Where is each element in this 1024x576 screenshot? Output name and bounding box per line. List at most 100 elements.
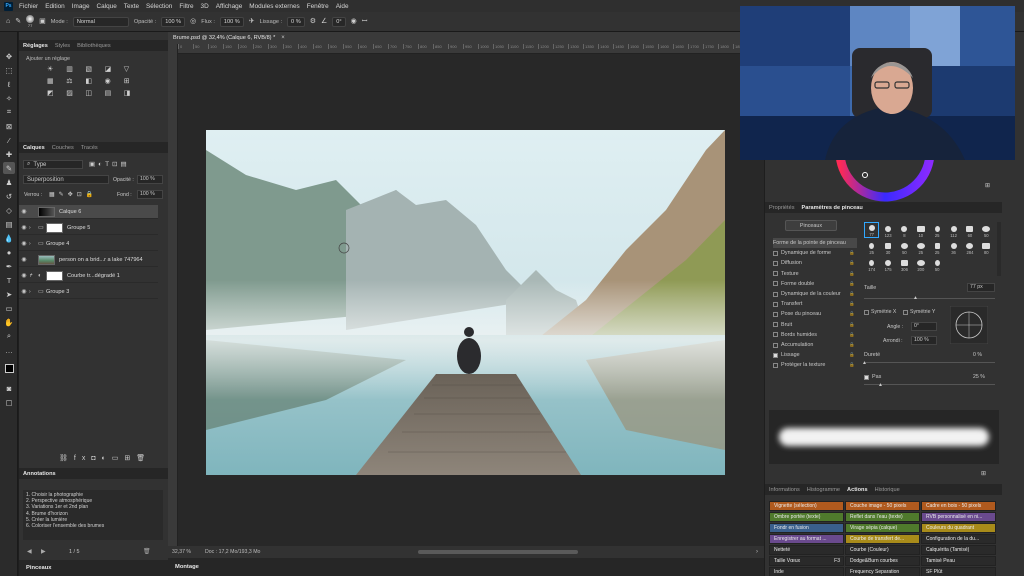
- lock-icon[interactable]: 🔒: [849, 291, 855, 297]
- invert-icon[interactable]: ◩: [47, 89, 60, 97]
- visibility-eye-icon[interactable]: ◉: [19, 208, 29, 215]
- quick-select-tool-icon[interactable]: ✧: [3, 92, 15, 104]
- layer-row[interactable]: ◉ Calque 6: [19, 205, 158, 219]
- healing-tool-icon[interactable]: ✚: [3, 148, 15, 160]
- brush-tip[interactable]: 50: [930, 256, 945, 272]
- action-item[interactable]: Taille Vœux F3: [769, 556, 844, 566]
- brush-option-checkbox[interactable]: [773, 291, 778, 297]
- lissage-field[interactable]: 0 %: [287, 16, 305, 27]
- brush-option-row[interactable]: Transfert 🔒: [773, 299, 855, 309]
- action-item[interactable]: SF Plût: [921, 567, 996, 576]
- action-item[interactable]: Cadre en bois - 50 pixels: [921, 501, 996, 511]
- dodge-tool-icon[interactable]: ●: [3, 246, 15, 258]
- brush-option-checkbox[interactable]: [773, 281, 778, 287]
- pas-value[interactable]: 25 %: [973, 374, 985, 380]
- new-brush-icon[interactable]: ⊞: [981, 470, 986, 477]
- brush-option-row[interactable]: Dynamique de la couleur 🔒: [773, 289, 855, 299]
- symmetry-icon[interactable]: ꟷ: [362, 18, 368, 25]
- selective-color-icon[interactable]: ◨: [124, 89, 137, 97]
- stamp-tool-icon[interactable]: ♟: [3, 176, 15, 188]
- curves-icon[interactable]: ▧: [85, 65, 98, 73]
- layer-row[interactable]: ◉ › ▭ Groupe 3: [19, 285, 158, 299]
- document-canvas[interactable]: [206, 130, 725, 475]
- menu-selection[interactable]: Sélection: [146, 3, 172, 10]
- screen-mode-icon[interactable]: ▢: [3, 396, 15, 408]
- tab-bibliotheques[interactable]: Bibliothèques: [77, 43, 111, 49]
- chevron-right-icon[interactable]: ›: [29, 289, 38, 295]
- action-item[interactable]: Fondr en fusion: [769, 523, 844, 533]
- hand-tool-icon[interactable]: ✋: [3, 316, 15, 328]
- brush-option-checkbox[interactable]: [773, 332, 778, 338]
- gradient-tool-icon[interactable]: ▤: [3, 218, 15, 230]
- pas-slider[interactable]: [864, 384, 995, 385]
- lock-icon[interactable]: 🔒: [849, 271, 855, 277]
- path-select-icon[interactable]: ➤: [3, 288, 15, 300]
- quick-mask-icon[interactable]: ◙: [3, 382, 15, 394]
- eraser-tool-icon[interactable]: ◇: [3, 204, 15, 216]
- tab-annotations[interactable]: Annotations: [23, 471, 56, 477]
- brush-tip[interactable]: 25: [864, 239, 879, 255]
- pas-slider-thumb[interactable]: ▲: [878, 382, 883, 388]
- zoom-level[interactable]: 32,37 %: [172, 549, 191, 555]
- brush-tip[interactable]: 284: [962, 239, 977, 255]
- pressure-size-icon[interactable]: ◉: [351, 18, 357, 25]
- action-item[interactable]: Ombre portée (texte): [769, 512, 844, 522]
- layer-row[interactable]: ◉ › ▭ Groupe 4: [19, 237, 158, 251]
- tab-calques[interactable]: Calques: [23, 145, 45, 151]
- menu-texte[interactable]: Texte: [124, 3, 139, 10]
- layer-name[interactable]: Groupe 5: [67, 225, 90, 231]
- menu-fichier[interactable]: Fichier: [19, 3, 38, 10]
- airbrush-icon[interactable]: ✈: [249, 18, 255, 25]
- marquee-tool-icon[interactable]: ⬚: [3, 64, 15, 76]
- doc-info[interactable]: Doc : 17,2 Mo/193,3 Mo: [205, 549, 260, 555]
- brush-tip[interactable]: 306: [897, 256, 912, 272]
- chevron-right-icon[interactable]: ›: [29, 241, 38, 247]
- lock-icon[interactable]: 🔒: [849, 332, 855, 338]
- brush-option-row[interactable]: Forme de la pointe de pinceau: [773, 238, 857, 248]
- lock-icon[interactable]: 🔒: [849, 362, 855, 368]
- levels-icon[interactable]: ▥: [66, 65, 79, 73]
- action-item[interactable]: Reflet dans l'eau (texte): [845, 512, 920, 522]
- pressure-opacity-icon[interactable]: ◎: [190, 18, 196, 25]
- lock-icon[interactable]: 🔒: [849, 250, 855, 256]
- brush-option-checkbox[interactable]: [773, 311, 778, 317]
- layer-row[interactable]: ◉ › ▭ Groupe 5: [19, 221, 158, 235]
- layer-name[interactable]: Groupe 4: [46, 241, 69, 247]
- layer-name[interactable]: person on a brid...r a lake 747964: [59, 257, 143, 263]
- durete-value[interactable]: 0 %: [973, 352, 982, 358]
- lock-icon[interactable]: 🔒: [849, 260, 855, 266]
- color-balance-icon[interactable]: ⚖: [66, 77, 79, 85]
- brush-option-checkbox[interactable]: [773, 362, 778, 368]
- brush-option-row[interactable]: Lissage 🔒: [773, 350, 855, 360]
- menu-filtre[interactable]: Filtre: [179, 3, 193, 10]
- crop-tool-icon[interactable]: ⌗: [3, 106, 15, 118]
- color-options-icon[interactable]: ⊞: [985, 182, 990, 189]
- visibility-eye-icon[interactable]: ◉: [19, 288, 29, 295]
- durete-slider[interactable]: [864, 362, 995, 363]
- tab-parametres-pinceau[interactable]: Paramètres de pinceau: [802, 205, 863, 211]
- angle-field[interactable]: 0°: [911, 322, 937, 331]
- layer-name[interactable]: Groupe 3: [46, 289, 69, 295]
- posterize-icon[interactable]: ▨: [66, 89, 79, 97]
- brush-grid-scrollbar[interactable]: [997, 222, 1001, 276]
- lock-icon[interactable]: 🔒: [849, 301, 855, 307]
- prev-note-icon[interactable]: ◀: [27, 548, 32, 555]
- tab-actions[interactable]: Actions: [847, 487, 868, 493]
- action-item[interactable]: Virage sépia (calque): [845, 523, 920, 533]
- visibility-eye-icon[interactable]: ◉: [19, 240, 29, 247]
- vibrance-icon[interactable]: ▽: [124, 65, 137, 73]
- action-item[interactable]: Frequency Separation: [845, 567, 920, 576]
- brightness-icon[interactable]: ☀: [47, 65, 60, 73]
- lock-icon[interactable]: 🔒: [849, 311, 855, 317]
- action-item[interactable]: Netteté: [769, 545, 844, 555]
- layer-row[interactable]: ◉ person on a brid...r a lake 747964: [19, 253, 158, 267]
- brush-option-row[interactable]: Dynamique de forme 🔒: [773, 248, 855, 258]
- action-item[interactable]: Enregistrer au format ...: [769, 534, 844, 544]
- angle-field[interactable]: 0°: [332, 16, 346, 27]
- blur-tool-icon[interactable]: 💧: [3, 232, 15, 244]
- brush-tip[interactable]: 60: [962, 222, 977, 238]
- lasso-tool-icon[interactable]: ℓ: [3, 78, 15, 90]
- brush-option-checkbox[interactable]: [773, 260, 778, 266]
- taille-slider[interactable]: [864, 298, 995, 299]
- next-note-icon[interactable]: ▶: [41, 548, 46, 555]
